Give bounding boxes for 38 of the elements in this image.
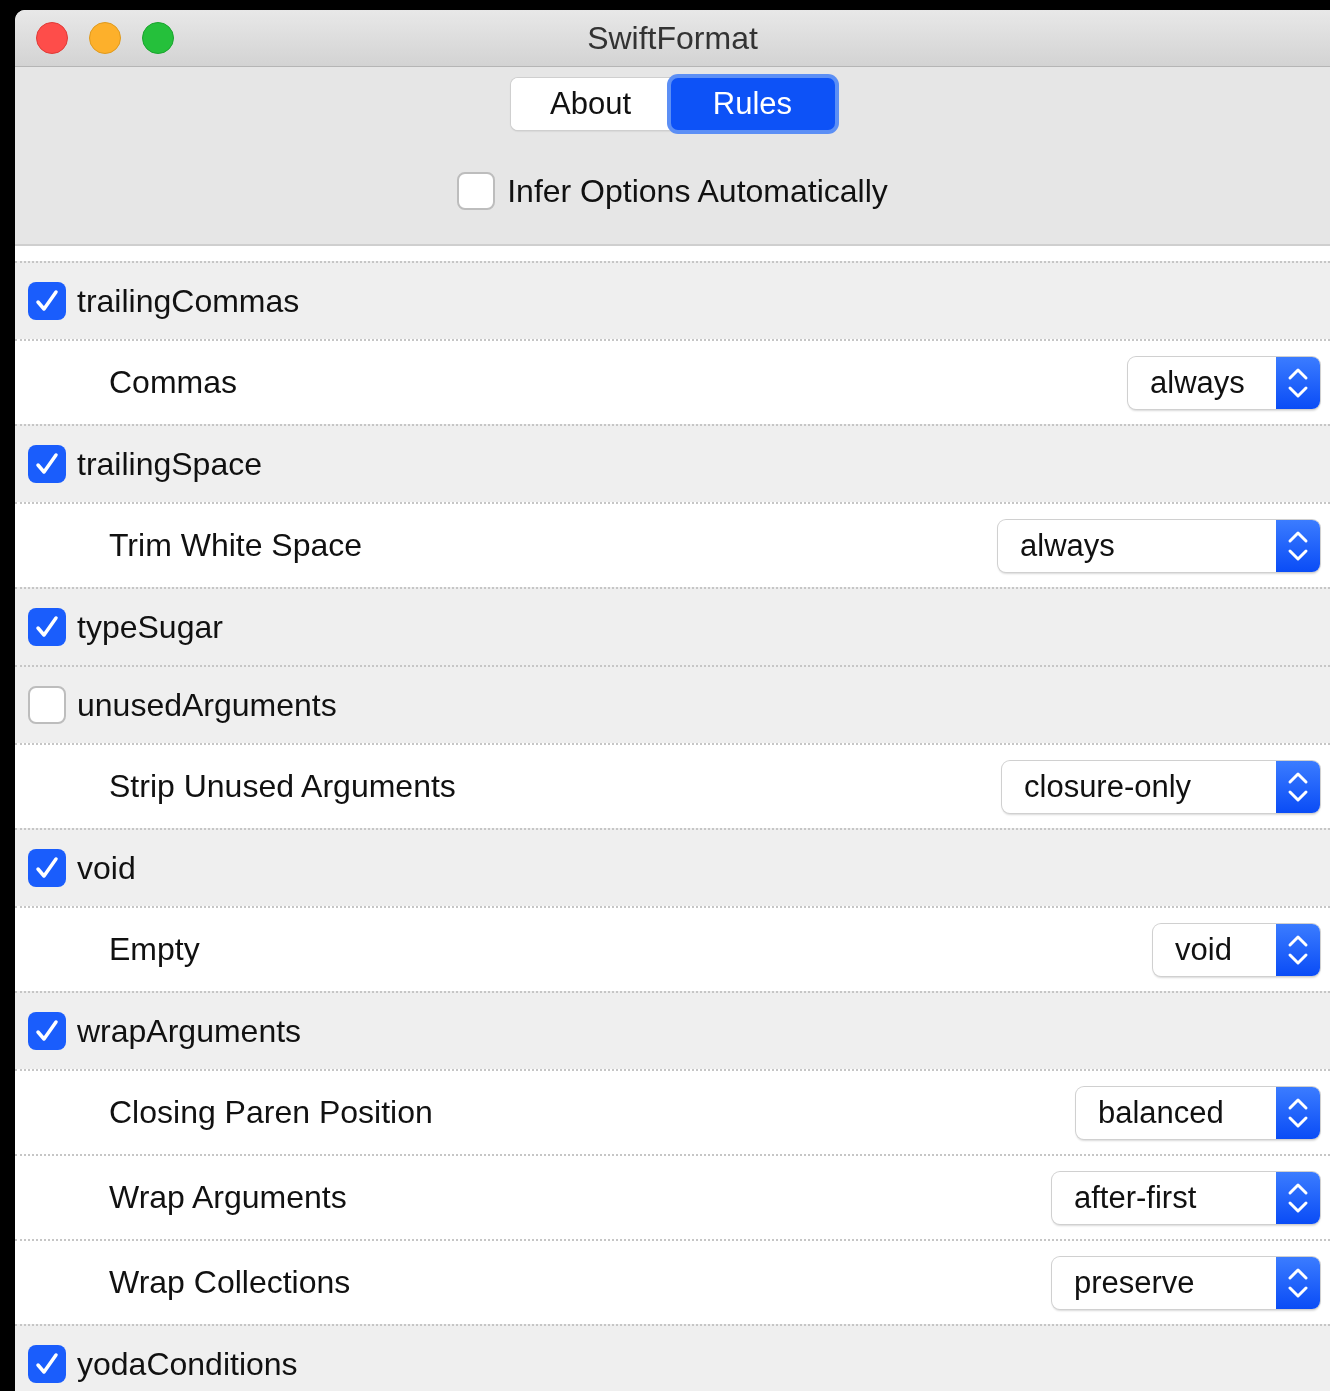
checkbox[interactable] <box>28 445 66 483</box>
window-title: SwiftFormat <box>587 19 758 57</box>
option-label: Commas <box>109 364 237 401</box>
rule-name: typeSugar <box>77 608 223 646</box>
option-label: Strip Unused Arguments <box>109 768 456 805</box>
checkbox[interactable] <box>28 608 66 646</box>
checkbox[interactable] <box>457 172 496 210</box>
checkmark-icon <box>36 857 58 878</box>
checkmark-icon <box>36 1353 58 1374</box>
checkbox[interactable] <box>28 849 66 887</box>
checkmark-icon <box>36 453 58 474</box>
popup-button[interactable]: void <box>1153 923 1320 976</box>
option-label: Wrap Arguments <box>109 1179 347 1216</box>
rule-name: wrapArguments <box>77 1012 302 1050</box>
popup-button[interactable]: always <box>1128 356 1320 409</box>
option-label: Wrap Collections <box>109 1264 351 1301</box>
rule-name: void <box>77 849 136 887</box>
checkmark-icon <box>36 616 58 637</box>
rule-name: trailingCommas <box>77 282 300 320</box>
popup-button[interactable]: preserve <box>1052 1256 1320 1309</box>
checkbox-label: Infer Options Automatically <box>507 172 888 210</box>
checkbox[interactable] <box>28 686 66 724</box>
rule-name: yodaConditions <box>77 1345 298 1383</box>
popup-button[interactable]: closure-only <box>1002 760 1320 813</box>
popup-button[interactable]: after-first <box>1052 1171 1320 1224</box>
popup-button[interactable]: always <box>998 519 1320 572</box>
checkbox[interactable] <box>28 1012 66 1050</box>
close-button[interactable] <box>36 22 68 54</box>
rule-name: trailingSpace <box>77 445 262 483</box>
rule-name: unusedArguments <box>77 686 337 724</box>
checkbox[interactable] <box>28 282 66 320</box>
popup-button[interactable]: balanced <box>1076 1086 1320 1139</box>
option-label: Trim White Space <box>109 527 363 564</box>
option-label: Empty <box>109 931 200 968</box>
checkbox[interactable] <box>28 1345 66 1383</box>
checkmark-icon <box>36 1020 58 1041</box>
checkmark-icon <box>36 290 58 311</box>
option-label: Closing Paren Position <box>109 1094 433 1131</box>
